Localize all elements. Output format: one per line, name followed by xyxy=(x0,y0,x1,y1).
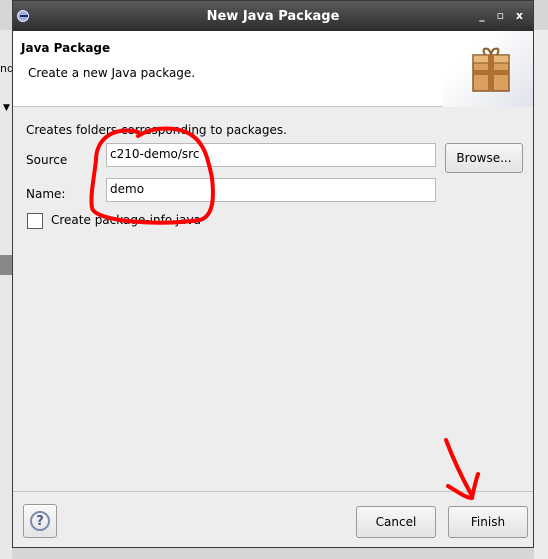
source-folder-input[interactable]: c210-demo/src xyxy=(106,143,436,167)
background-dropdown-icon: ▼ xyxy=(3,103,10,113)
new-java-package-dialog: New Java Package _ ▫ x Java Package Crea… xyxy=(12,0,534,548)
source-label: Source xyxy=(26,153,68,167)
help-icon: ? xyxy=(30,511,50,531)
name-label: Name: xyxy=(26,187,66,201)
package-info-label[interactable]: Create package-info.java xyxy=(51,213,201,227)
package-info-checkbox[interactable] xyxy=(27,213,43,229)
window-title: New Java Package xyxy=(206,9,340,24)
wizard-footer: ? Cancel Finish xyxy=(13,491,533,547)
window-controls[interactable]: _ ▫ x xyxy=(479,9,527,22)
package-name-input[interactable]: demo xyxy=(106,178,436,202)
finish-button[interactable]: Finish xyxy=(448,506,528,538)
help-button[interactable]: ? xyxy=(23,504,57,538)
info-text: Creates folders corresponding to package… xyxy=(26,123,287,137)
cancel-button[interactable]: Cancel xyxy=(356,506,436,538)
title-bar[interactable]: New Java Package _ ▫ x xyxy=(13,1,533,31)
wizard-title: Java Package xyxy=(21,41,111,55)
wizard-description: Create a new Java package. xyxy=(28,66,196,80)
wizard-body: Creates folders corresponding to package… xyxy=(13,107,533,519)
browse-button[interactable]: Browse... xyxy=(445,143,523,173)
background-ide-strip-right xyxy=(534,30,548,559)
background-ide-band xyxy=(0,255,12,275)
wizard-header: Java Package Create a new Java package. xyxy=(13,31,533,107)
package-icon xyxy=(472,47,510,92)
